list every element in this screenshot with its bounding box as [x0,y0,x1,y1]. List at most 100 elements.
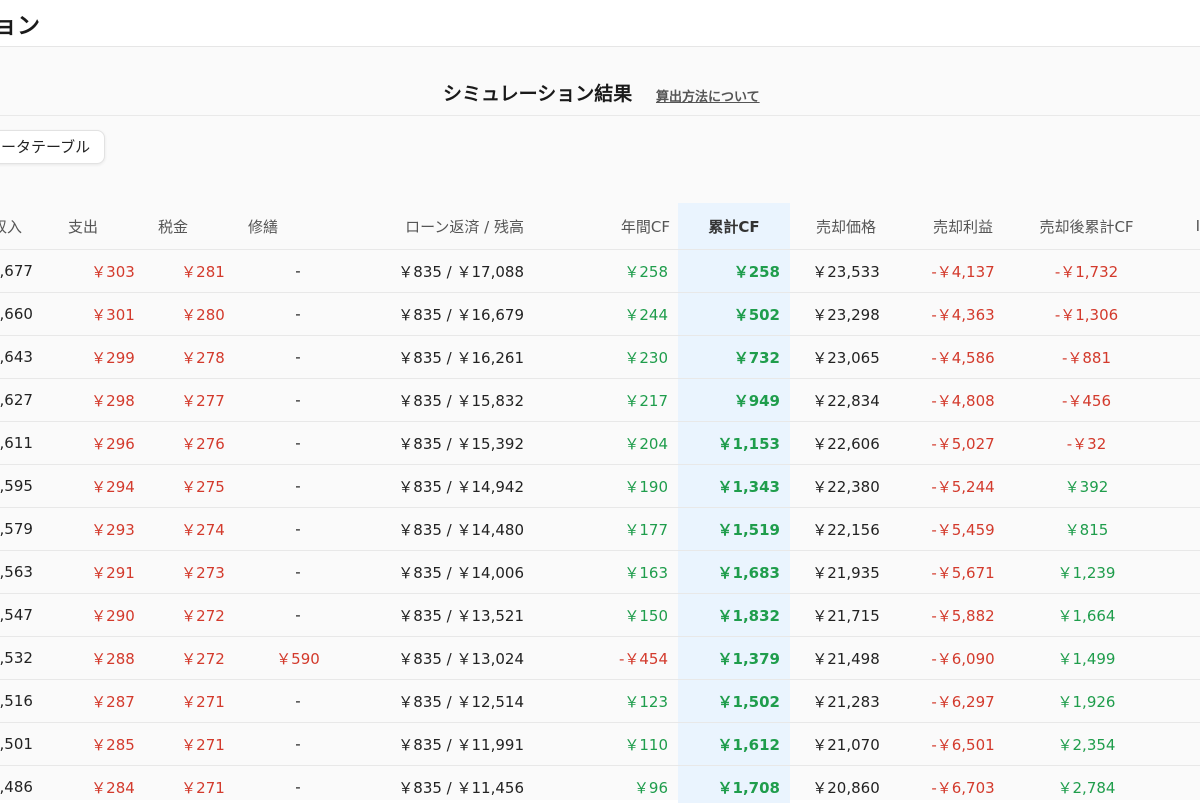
cell-cumulative-cf: ￥1,343 [678,465,790,508]
cell-loan: ￥835 / ￥11,456 [348,766,568,803]
column-header-annual-cf: 年間CF [568,203,678,250]
cell-cumulative-cf: ￥502 [678,293,790,336]
cell-annual-cf: ￥150 [568,594,678,637]
cell-expense: ￥293 [68,508,158,551]
cell-cumulative-cf: ￥1,379 [678,637,790,680]
cell-sale-profit: -￥4,363 [902,293,1024,336]
cell-annual-cf: ￥190 [568,465,678,508]
cell-loan: ￥835 / ￥13,521 [348,594,568,637]
table-row: 1,677￥303￥281-￥835 / ￥17,088￥258￥258￥23,… [0,250,1200,293]
column-header-repair: 修繕 [248,203,348,250]
cell-next [1149,293,1200,336]
cell-sale-price: ￥22,834 [790,379,902,422]
table-row: 1,595￥294￥275-￥835 / ￥14,942￥190￥1,343￥2… [0,465,1200,508]
cell-post-sale-cf: ￥1,664 [1024,594,1149,637]
simulation-panel: シミュレーション結果 算出方法について ータテーブル 収入 支出 [0,47,1200,800]
cell-annual-cf: ￥217 [568,379,678,422]
table-row: 1,643￥299￥278-￥835 / ￥16,261￥230￥732￥23,… [0,336,1200,379]
cell-loan: ￥835 / ￥14,480 [348,508,568,551]
table-row: 1,532￥288￥272￥590￥835 / ￥13,024-￥454￥1,3… [0,637,1200,680]
cell-tax: ￥278 [158,336,248,379]
table-row: 1,486￥284￥271-￥835 / ￥11,456￥96￥1,708￥20… [0,766,1200,803]
cell-loan: ￥835 / ￥12,514 [348,680,568,723]
cell-sale-profit: -￥5,244 [902,465,1024,508]
cell-post-sale-cf: ￥1,926 [1024,680,1149,723]
cell-next [1149,551,1200,594]
cell-sale-profit: -￥4,808 [902,379,1024,422]
cell-repair: ￥590 [248,637,348,680]
cell-annual-cf: -￥454 [568,637,678,680]
cell-annual-cf: ￥230 [568,336,678,379]
cell-sale-price: ￥20,860 [790,766,902,803]
column-header-income: 収入 [0,203,68,250]
cell-annual-cf: ￥258 [568,250,678,293]
table-row: 1,563￥291￥273-￥835 / ￥14,006￥163￥1,683￥2… [0,551,1200,594]
cell-post-sale-cf: ￥815 [1024,508,1149,551]
cell-cumulative-cf: ￥1,519 [678,508,790,551]
cell-repair: - [248,594,348,637]
results-table: 収入 支出 税金 修繕 ローン返済 / 残高 年間CF 累計CF 売却価格 売却… [0,203,1200,803]
cell-expense: ￥296 [68,422,158,465]
cell-next [1149,723,1200,766]
cell-sale-profit: -￥4,586 [902,336,1024,379]
cell-income: 1,547 [0,594,68,637]
cell-post-sale-cf: -￥456 [1024,379,1149,422]
cell-sale-profit: -￥6,297 [902,680,1024,723]
data-table-tab[interactable]: ータテーブル [0,130,105,164]
cell-next [1149,336,1200,379]
cell-repair: - [248,680,348,723]
cell-expense: ￥291 [68,551,158,594]
cell-post-sale-cf: ￥1,239 [1024,551,1149,594]
cell-tax: ￥272 [158,637,248,680]
cell-income: 1,677 [0,250,68,293]
cell-income: 1,563 [0,551,68,594]
cell-tax: ￥273 [158,551,248,594]
column-header-sale-profit: 売却利益 [902,203,1024,250]
column-header-post-sale-cf: 売却後累計CF [1024,203,1149,250]
cell-expense: ￥288 [68,637,158,680]
cell-next [1149,465,1200,508]
cell-tax: ￥275 [158,465,248,508]
cell-repair: - [248,336,348,379]
cell-tax: ￥272 [158,594,248,637]
cell-expense: ￥298 [68,379,158,422]
table-row: 1,611￥296￥276-￥835 / ￥15,392￥204￥1,153￥2… [0,422,1200,465]
cell-loan: ￥835 / ￥13,024 [348,637,568,680]
cell-tax: ￥276 [158,422,248,465]
cell-loan: ￥835 / ￥15,832 [348,379,568,422]
table-row: 1,660￥301￥280-￥835 / ￥16,679￥244￥502￥23,… [0,293,1200,336]
cell-next [1149,422,1200,465]
cell-sale-price: ￥23,533 [790,250,902,293]
cell-income: 1,579 [0,508,68,551]
cell-cumulative-cf: ￥1,153 [678,422,790,465]
cell-income: 1,627 [0,379,68,422]
table-row: 1,547￥290￥272-￥835 / ￥13,521￥150￥1,832￥2… [0,594,1200,637]
cell-repair: - [248,293,348,336]
cell-expense: ￥299 [68,336,158,379]
cell-loan: ￥835 / ￥15,392 [348,422,568,465]
cell-repair: - [248,766,348,803]
cell-post-sale-cf: -￥1,306 [1024,293,1149,336]
cell-sale-profit: -￥6,501 [902,723,1024,766]
cell-next [1149,594,1200,637]
cell-repair: - [248,508,348,551]
cell-sale-profit: -￥6,090 [902,637,1024,680]
cell-annual-cf: ￥123 [568,680,678,723]
cell-cumulative-cf: ￥1,502 [678,680,790,723]
cell-sale-price: ￥23,298 [790,293,902,336]
cell-repair: - [248,723,348,766]
cell-loan: ￥835 / ￥14,006 [348,551,568,594]
column-header-cumulative-cf: 累計CF [678,203,790,250]
cell-post-sale-cf: ￥392 [1024,465,1149,508]
table-row: 1,516￥287￥271-￥835 / ￥12,514￥123￥1,502￥2… [0,680,1200,723]
calculation-method-link[interactable]: 算出方法について [656,86,760,105]
cell-sale-profit: -￥5,459 [902,508,1024,551]
cell-sale-price: ￥21,498 [790,637,902,680]
cell-loan: ￥835 / ￥16,679 [348,293,568,336]
cell-sale-profit: -￥5,027 [902,422,1024,465]
cell-next [1149,637,1200,680]
cell-annual-cf: ￥110 [568,723,678,766]
cell-income: 1,611 [0,422,68,465]
cell-post-sale-cf: -￥32 [1024,422,1149,465]
column-header-next: I [1149,203,1200,250]
